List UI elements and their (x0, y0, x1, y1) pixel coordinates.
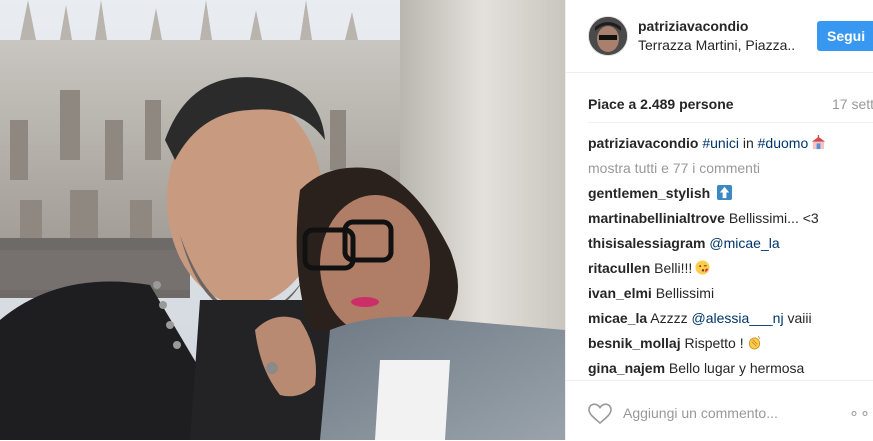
caption-username[interactable]: patriziavacondio (588, 135, 698, 151)
church-emoji-icon (812, 135, 826, 150)
comment-username[interactable]: gentlemen_stylish (588, 185, 710, 201)
comment-text: Belli!!! (654, 260, 693, 276)
selfie-image (0, 0, 565, 440)
avatar[interactable] (588, 16, 628, 56)
clap-emoji-icon (748, 335, 761, 350)
top-arrow-emoji-icon (717, 185, 733, 200)
comment-item: gentlemen_stylish (588, 184, 873, 209)
avatar-image (589, 17, 627, 55)
comment-username[interactable]: martinabellinialtrove (588, 210, 725, 226)
comment-username[interactable]: besnik_mollaj (588, 335, 681, 351)
comment-text: Bellissimi (655, 285, 715, 301)
comments-list: patriziavacondio #unici in #duomo mostra… (588, 134, 873, 384)
comment-item: ritacullen Belli!!! (588, 259, 873, 284)
post-photo[interactable] (0, 0, 565, 440)
comment-item: ivan_elmi Bellissimi (588, 284, 873, 309)
caption-text: in (738, 135, 758, 151)
comment-username[interactable]: ivan_elmi (588, 285, 652, 301)
comment-text: Azzzz (650, 310, 688, 326)
likes-divider (588, 122, 873, 123)
show-all-comments[interactable]: mostra tutti e 77 i commenti (588, 159, 873, 184)
comment-text: Rispetto ! (684, 335, 744, 351)
kiss-face-emoji-icon (695, 260, 710, 275)
hashtag-duomo[interactable]: #duomo (758, 135, 809, 151)
post-username[interactable]: patriziavacondio (638, 18, 748, 34)
more-options-icon[interactable]: ∘∘∘ (849, 403, 873, 423)
comment-mention[interactable]: @alessia___nj (692, 310, 784, 326)
post-date[interactable]: 17 sett (832, 96, 873, 112)
comment-username[interactable]: micae_la (588, 310, 647, 326)
follow-button[interactable]: Segui (817, 21, 873, 51)
post-location[interactable]: Terrazza Martini, Piazza.. (638, 37, 795, 53)
post-header: patriziavacondio Terrazza Martini, Piazz… (566, 0, 873, 73)
comment-item: besnik_mollaj Rispetto ! (588, 334, 873, 359)
likes-count[interactable]: Piace a 2.489 persone (588, 96, 734, 112)
comment-item: martinabellinialtrove Bellissimi... <3 (588, 209, 873, 234)
heart-icon[interactable] (588, 403, 612, 425)
comment-username[interactable]: ritacullen (588, 260, 650, 276)
add-comment-bar: ∘∘∘ (566, 380, 873, 441)
post-sidebar: patriziavacondio Terrazza Martini, Piazz… (565, 0, 873, 440)
comment-mention[interactable]: @micae_la (709, 235, 779, 251)
comment-username[interactable]: gina_najem (588, 360, 665, 376)
comment-item: micae_la Azzzz @alessia___nj vaiii (588, 309, 873, 334)
caption-row: patriziavacondio #unici in #duomo (588, 134, 873, 159)
comment-item: thisisalessiagram @micae_la (588, 234, 873, 259)
add-comment-input[interactable] (623, 403, 823, 423)
hashtag-unici[interactable]: #unici (702, 135, 739, 151)
comment-text: Bello lugar y hermosa (668, 360, 805, 376)
comment-text: vaiii (787, 310, 812, 326)
comment-username[interactable]: thisisalessiagram (588, 235, 706, 251)
comment-text: Bellissimi... <3 (728, 210, 819, 226)
